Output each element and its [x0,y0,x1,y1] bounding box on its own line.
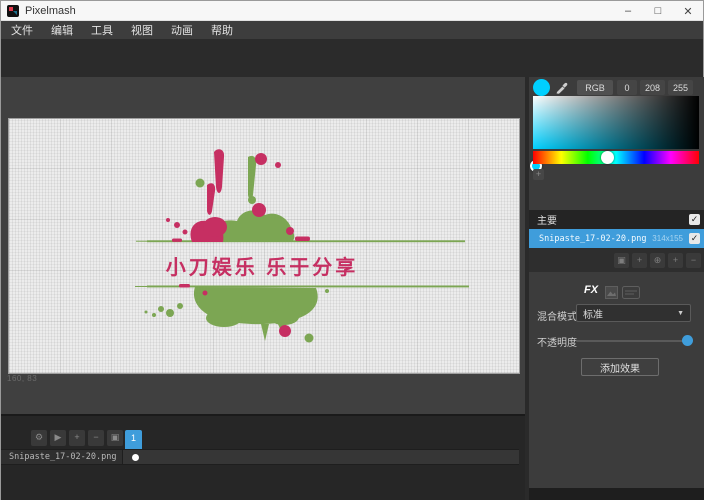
add-group-button[interactable]: ⊕ [650,253,665,268]
right-panel: RGB 0 208 255 + 主要 ✓ Snipaste_17-02-20.p… [529,77,704,488]
add-swatch-button[interactable]: + [533,169,544,180]
hue-slider[interactable] [533,151,699,164]
timeline-remove-frame-button[interactable]: − [88,430,104,446]
close-button[interactable]: ✕ [673,1,703,21]
layer-visibility-checkbox[interactable]: ✓ [689,233,700,244]
menu-bar: 文件 编辑 工具 视图 动画 帮助 [1,21,703,39]
layer-group-label: 主要 [537,212,689,227]
blend-mode-dropdown[interactable]: 标准 ▼ [576,304,691,322]
menu-item-edit[interactable]: 编辑 [51,22,73,38]
pixelmash-window: Pixelmash – □ ✕ 文件 编辑 工具 视图 动画 帮助 [0,0,704,500]
timeline-clone-frame-button[interactable]: ▣ [107,430,123,446]
menu-item-tools[interactable]: 工具 [91,22,113,38]
pixel-art-splatter: 小刀娱乐 乐于分享 [9,119,519,373]
timeline-add-frame-button[interactable]: + [69,430,85,446]
layer-group-row[interactable]: 主要 ✓ [529,210,704,229]
pixel-canvas[interactable]: 小刀娱乐 乐于分享 [9,119,519,373]
edit-tab-icon[interactable] [622,286,640,299]
toolbar: 314 x 155 [1,39,703,77]
timeline-panel: ⚙ ▶ + − ▣ 1 Snipaste_17-02-20.png 1X [1,414,525,500]
art-text: 小刀娱乐 乐于分享 [166,255,359,279]
delete-layer-button[interactable]: − [686,253,701,268]
track-name: Snipaste_17-02-20.png [9,452,116,462]
keyframe-dot[interactable] [132,454,139,461]
canvas-area: 小刀娱乐 乐于分享 160, 83 [1,77,525,414]
layer-actions: ▣ + ⊕ + − [529,248,704,272]
blend-mode-value: 标准 [583,306,677,321]
maximize-button[interactable]: □ [643,1,673,21]
merge-layer-button[interactable]: + [668,253,683,268]
duplicate-layer-button[interactable]: ▣ [614,253,629,268]
timeline-play-button[interactable]: ▶ [50,430,66,446]
layer-tabs: FX [529,284,704,300]
group-visibility-checkbox[interactable]: ✓ [689,214,700,225]
menu-item-animation[interactable]: 动画 [171,22,193,38]
blend-mode-label: 混合模式 [537,308,577,323]
menu-item-help[interactable]: 帮助 [211,22,233,38]
timeline-settings-button[interactable]: ⚙ [31,430,47,446]
keyframe-lane[interactable] [122,450,519,464]
window-title: Pixelmash [25,5,76,17]
minimize-button[interactable]: – [613,1,643,21]
color-mode-button[interactable]: RGB [577,80,613,95]
timeline-track-row[interactable]: Snipaste_17-02-20.png 1X [1,449,519,465]
opacity-label: 不透明度 [537,334,577,349]
transform-tab-icon[interactable] [605,286,618,299]
red-channel-field[interactable]: 0 [617,80,637,95]
layer-size: 314x155 [652,234,683,243]
opacity-slider-knob[interactable] [682,335,693,346]
green-channel-field[interactable]: 208 [640,80,665,95]
menu-item-file[interactable]: 文件 [11,22,33,38]
chevron-down-icon: ▼ [677,310,684,317]
menu-item-view[interactable]: 视图 [131,22,153,38]
app-logo-icon [7,5,19,17]
layer-name: Snipaste_17-02-20.png [539,234,652,244]
opacity-slider[interactable] [576,340,688,342]
right-panel-footer [529,488,704,500]
blue-channel-field[interactable]: 255 [668,80,693,95]
fx-tab[interactable]: FX [584,284,598,296]
title-bar: Pixelmash – □ ✕ [1,1,703,21]
current-color-swatch[interactable] [533,79,550,96]
eyedropper-icon[interactable] [555,81,569,95]
layers-panel: 主要 ✓ Snipaste_17-02-20.png 314x155 ✓ ▣ +… [529,210,704,272]
layer-row-selected[interactable]: Snipaste_17-02-20.png 314x155 ✓ [529,229,704,248]
add-effect-button[interactable]: 添加效果 [581,358,659,376]
add-layer-button[interactable]: + [632,253,647,268]
saturation-value-picker[interactable] [533,96,699,149]
hue-slider-knob[interactable] [601,151,614,164]
cursor-coords: 160, 83 [7,374,37,383]
